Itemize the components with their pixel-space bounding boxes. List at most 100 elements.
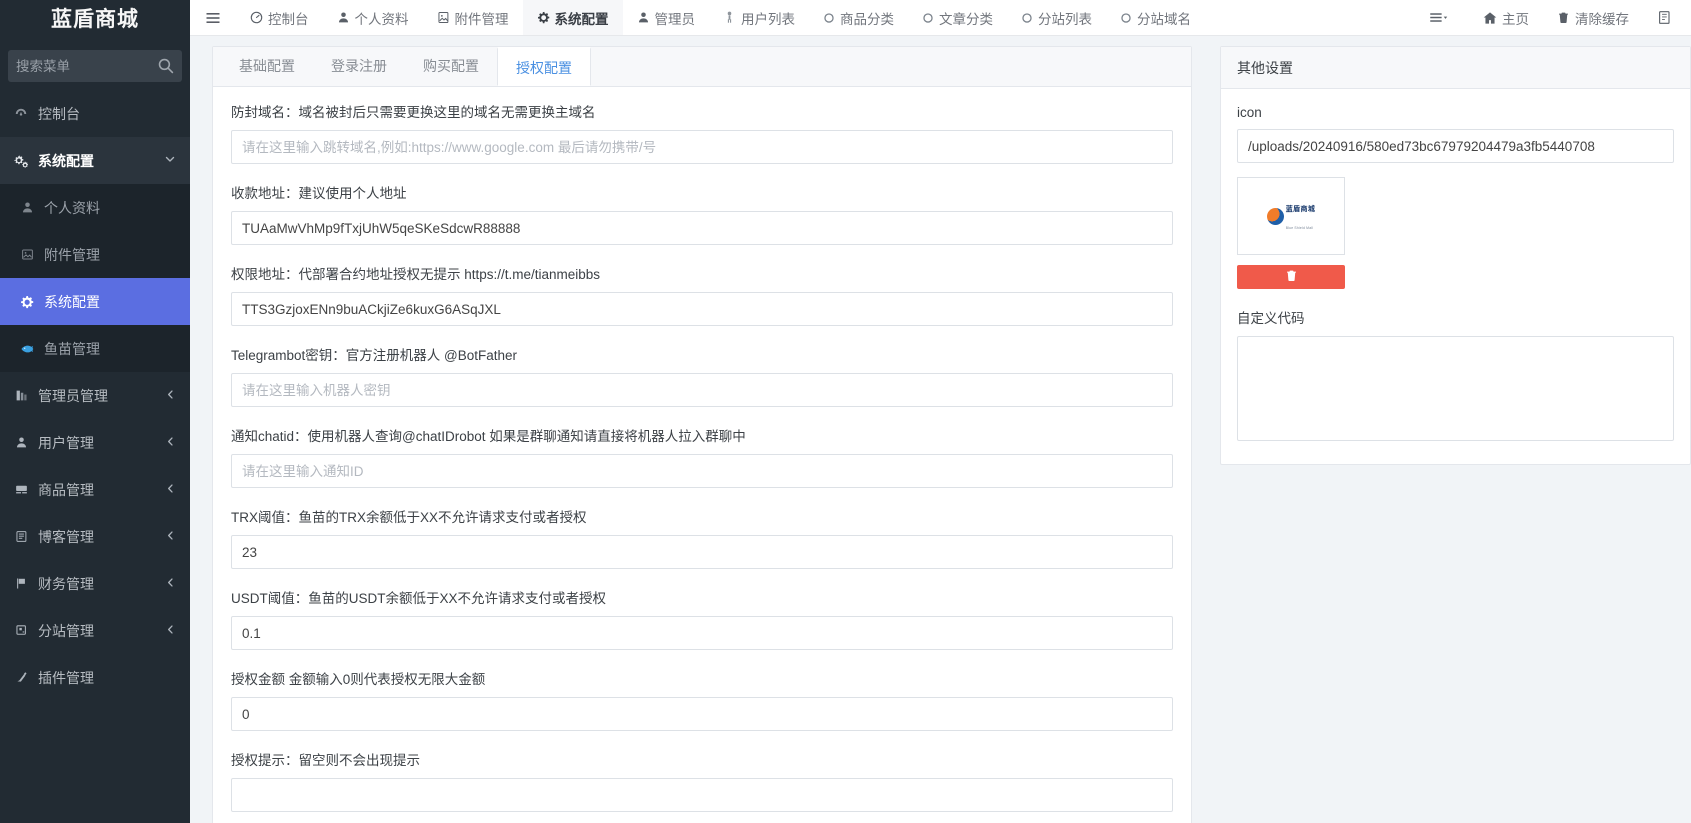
topnav-item-article-category[interactable]: 文章分类: [908, 0, 1007, 35]
field-label: 授权金额 金额输入0则代表授权无限大金额: [231, 672, 486, 687]
sidebar: 蓝盾商城 控制台: [0, 0, 190, 823]
gears-icon: [12, 154, 30, 168]
sidebar-item-product-manage[interactable]: 商品管理: [0, 466, 190, 513]
topnav-item-label: 用户列表: [741, 11, 795, 27]
sidebar-item-label: 附件管理: [44, 246, 100, 263]
custom-code-label: 自定义代码: [1237, 311, 1305, 326]
topnav-item-label: 控制台: [268, 11, 309, 27]
topnav-item-profile[interactable]: 个人资料: [323, 0, 423, 35]
brand-title: 蓝盾商城: [0, 0, 190, 40]
circle-icon: [823, 12, 835, 24]
icon-path-input[interactable]: [1237, 129, 1674, 163]
chevron-left-icon: [165, 389, 176, 403]
field-auth-tip: 授权提示：留空则不会出现提示: [231, 749, 1173, 812]
image-icon: [437, 11, 450, 24]
settings-tabs: 基础配置 登录注册 购买配置 授权配置: [213, 47, 1191, 87]
permission-address-input[interactable]: [231, 292, 1173, 326]
sidebar-item-attachments[interactable]: 附件管理: [0, 231, 190, 278]
settings-form: 防封域名：域名被封后只需要更换这里的域名无需更换主域名 收款地址：建议使用个人地…: [213, 87, 1191, 823]
topnav-item-system-config[interactable]: 系统配置: [522, 0, 623, 35]
sidebar-search-box[interactable]: [8, 50, 182, 82]
sidebar-item-console[interactable]: 控制台: [0, 90, 190, 137]
sitemap-icon: [12, 624, 30, 637]
topnav-item-label: 文章分类: [939, 11, 993, 27]
sidebar-item-label: 系统配置: [44, 293, 100, 310]
sidebar-item-admin-manage[interactable]: 管理员管理: [0, 372, 190, 419]
topnav-right: 主页 清除缓存: [1414, 0, 1691, 35]
icon-field-label: icon: [1237, 105, 1262, 120]
topnav-right-label: 主页: [1502, 11, 1529, 27]
telegram-bot-key-input[interactable]: [231, 373, 1173, 407]
topnav-item-admin[interactable]: 管理员: [623, 0, 710, 35]
sidebar-item-system-config-group[interactable]: 系统配置: [0, 137, 190, 184]
tab-login-register[interactable]: 登录注册: [313, 47, 405, 86]
field-antiban-domain: 防封域名：域名被封后只需要更换这里的域名无需更换主域名: [231, 101, 1173, 164]
field-payment-address: 收款地址：建议使用个人地址: [231, 182, 1173, 245]
home-icon: [1483, 11, 1497, 25]
field-label: 收款地址：建议使用个人地址: [231, 186, 407, 201]
brand-logo-icon: 蓝盾商城 Blue Shield Mall: [1266, 198, 1316, 234]
sidebar-menu: 控制台 系统配置 个人资料 附件管理 系统配置 鱼苗管理 管理员管理 用户管理 …: [0, 90, 190, 823]
sidebar-item-label: 分站管理: [38, 622, 94, 639]
trx-threshold-input[interactable]: [231, 535, 1173, 569]
notify-chatid-input[interactable]: [231, 454, 1173, 488]
user-icon: [337, 11, 350, 24]
tab-purchase-config[interactable]: 购买配置: [405, 47, 497, 86]
other-settings-panel: 其他设置 icon 蓝盾商城 Blue Shield Mall: [1220, 46, 1691, 465]
sidebar-item-plugin-manage[interactable]: 插件管理: [0, 654, 190, 701]
usdt-threshold-input[interactable]: [231, 616, 1173, 650]
field-label: 权限地址：代部署合约地址授权无提示 https://t.me/tianmeibb…: [231, 267, 601, 282]
sidebar-item-label: 系统配置: [38, 152, 94, 169]
antiban-domain-input[interactable]: [231, 130, 1173, 164]
tab-auth-config[interactable]: 授权配置: [497, 47, 591, 86]
topnav-item-label: 分站列表: [1038, 11, 1092, 27]
topnav-item-label: 个人资料: [354, 11, 409, 27]
topnav-item-subsite-list[interactable]: 分站列表: [1007, 0, 1106, 35]
gear-icon: [18, 295, 36, 309]
menu-icon[interactable]: [190, 0, 236, 35]
plug-icon: [12, 671, 30, 684]
tab-basic-config[interactable]: 基础配置: [221, 47, 313, 86]
field-notify-chatid: 通知chatid：使用机器人查询@chatIDrobot 如果是群聊通知请直接将…: [231, 425, 1173, 488]
icon-preview[interactable]: 蓝盾商城 Blue Shield Mall: [1237, 177, 1345, 255]
sidebar-item-system-config[interactable]: 系统配置: [0, 278, 190, 325]
auth-tip-input[interactable]: [231, 778, 1173, 812]
sidebar-item-label: 个人资料: [44, 199, 100, 216]
topnav-item-subsite-domain[interactable]: 分站域名: [1106, 0, 1205, 35]
topnav-item-console[interactable]: 控制台: [236, 0, 323, 35]
sidebar-item-blog-manage[interactable]: 博客管理: [0, 513, 190, 560]
topnav-item-label: 分站域名: [1137, 11, 1191, 27]
topnav-item-attachments[interactable]: 附件管理: [423, 0, 523, 35]
book-icon: [12, 530, 30, 543]
sidebar-item-label: 财务管理: [38, 575, 94, 592]
circle-icon: [1120, 12, 1132, 24]
sidebar-item-label: 插件管理: [38, 669, 94, 686]
image-icon: [18, 248, 36, 261]
user-icon: [18, 201, 36, 214]
list-dropdown-icon: [1428, 11, 1450, 25]
panel-title: 其他设置: [1221, 47, 1690, 89]
sidebar-item-user-manage[interactable]: 用户管理: [0, 419, 190, 466]
gear-icon: [537, 11, 550, 24]
settings-card: 基础配置 登录注册 购买配置 授权配置 防封域名：域名被封后只需要更换这里的域名…: [212, 46, 1192, 823]
sidebar-item-finance-manage[interactable]: 财务管理: [0, 560, 190, 607]
logo-text: 蓝盾商城: [1285, 206, 1316, 213]
topnav-clear-cache[interactable]: 清除缓存: [1543, 0, 1643, 35]
fish-icon: [18, 342, 36, 356]
auth-amount-input[interactable]: [231, 697, 1173, 731]
search-input[interactable]: [8, 50, 182, 82]
custom-code-textarea[interactable]: [1237, 336, 1674, 441]
logout-icon: [1657, 10, 1672, 25]
topnav-item-user-list[interactable]: 用户列表: [709, 0, 809, 35]
logo-subtext: Blue Shield Mall: [1285, 226, 1314, 230]
topnav-logout[interactable]: [1643, 0, 1691, 35]
field-permission-address: 权限地址：代部署合约地址授权无提示 https://t.me/tianmeibb…: [231, 263, 1173, 326]
sidebar-item-profile[interactable]: 个人资料: [0, 184, 190, 231]
topnav-tab-list-dropdown[interactable]: [1414, 0, 1469, 35]
topnav-home[interactable]: 主页: [1469, 0, 1543, 35]
delete-icon-button[interactable]: [1237, 265, 1345, 289]
payment-address-input[interactable]: [231, 211, 1173, 245]
sidebar-item-subsite-manage[interactable]: 分站管理: [0, 607, 190, 654]
sidebar-item-fish[interactable]: 鱼苗管理: [0, 325, 190, 372]
topnav-item-product-category[interactable]: 商品分类: [809, 0, 908, 35]
